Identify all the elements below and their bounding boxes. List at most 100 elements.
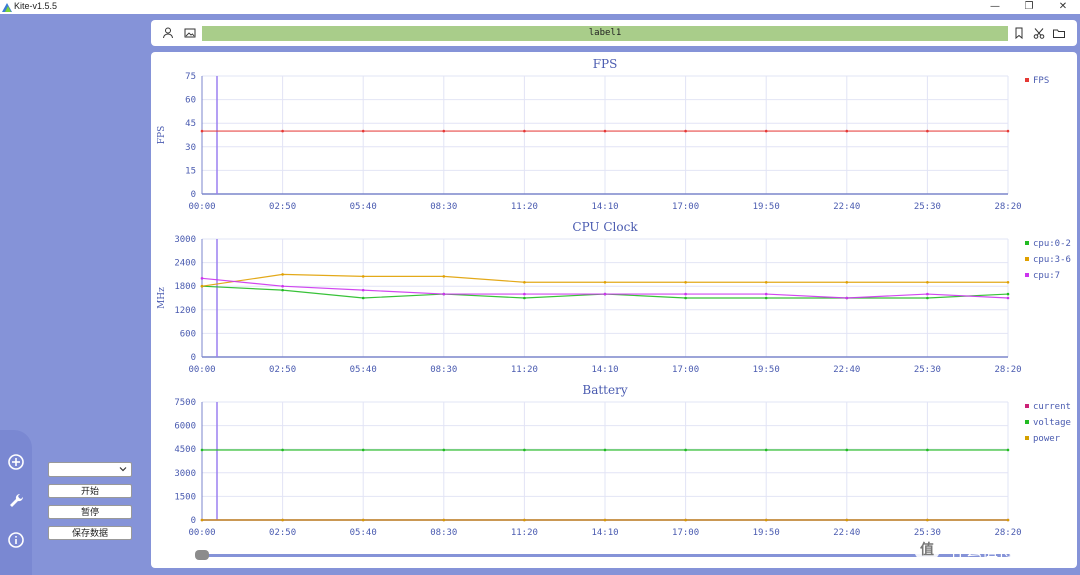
x-tick-label: 02:50 bbox=[269, 528, 296, 538]
data-point bbox=[442, 448, 446, 452]
x-tick-label: 22:40 bbox=[833, 528, 860, 538]
x-tick-label: 02:50 bbox=[269, 365, 296, 375]
window-title: Kite-v1.5.5 bbox=[14, 1, 58, 11]
pause-button[interactable]: 暂停 bbox=[48, 505, 132, 519]
x-tick-label: 05:40 bbox=[350, 365, 377, 375]
data-point bbox=[200, 277, 204, 280]
data-point bbox=[926, 296, 929, 300]
data-point bbox=[361, 448, 365, 452]
title-bar: Kite-v1.5.5 — ❐ ✕ bbox=[0, 0, 1080, 14]
data-point bbox=[764, 280, 768, 284]
add-circle-icon[interactable] bbox=[6, 452, 26, 472]
start-button[interactable]: 开始 bbox=[48, 484, 132, 498]
data-point bbox=[764, 448, 768, 452]
timeline-slider-handle[interactable] bbox=[195, 550, 209, 560]
legend-label: cpu:3-6 bbox=[1033, 255, 1071, 265]
data-point bbox=[684, 518, 687, 522]
timeline-slider-track[interactable] bbox=[201, 554, 1011, 557]
data-point bbox=[281, 129, 284, 133]
x-tick-label: 11:20 bbox=[511, 528, 538, 538]
x-tick-label: 11:20 bbox=[511, 202, 538, 212]
y-tick-label: 2400 bbox=[174, 259, 196, 269]
data-point bbox=[442, 275, 446, 278]
data-point bbox=[523, 518, 526, 522]
y-tick-label: 15 bbox=[185, 166, 196, 176]
legend-swatch bbox=[1025, 420, 1029, 424]
x-tick-label: 08:30 bbox=[430, 365, 457, 375]
x-tick-label: 00:00 bbox=[188, 202, 215, 212]
x-tick-label: 22:40 bbox=[833, 202, 860, 212]
user-icon[interactable] bbox=[161, 26, 175, 40]
x-tick-label: 00:00 bbox=[188, 528, 215, 538]
legend-label: cpu:0-2 bbox=[1033, 239, 1071, 249]
x-tick-label: 25:30 bbox=[914, 365, 941, 375]
wrench-icon[interactable] bbox=[6, 491, 26, 511]
data-point bbox=[523, 292, 526, 296]
data-point bbox=[764, 292, 768, 296]
chart-title: Battery bbox=[582, 383, 627, 397]
x-tick-label: 08:30 bbox=[430, 202, 457, 212]
data-point bbox=[361, 129, 365, 133]
sidebar-rail bbox=[0, 430, 32, 575]
data-point bbox=[281, 518, 284, 522]
y-tick-label: 600 bbox=[180, 329, 196, 339]
y-tick-label: 3000 bbox=[174, 235, 196, 245]
data-point bbox=[603, 292, 607, 296]
legend-swatch bbox=[1025, 404, 1029, 408]
legend-label: voltage bbox=[1033, 418, 1071, 428]
data-point bbox=[523, 280, 526, 284]
x-tick-label: 22:40 bbox=[833, 365, 860, 375]
data-point bbox=[926, 292, 929, 296]
legend-swatch bbox=[1025, 78, 1029, 82]
data-point bbox=[603, 518, 607, 522]
data-point bbox=[523, 129, 526, 133]
data-point bbox=[361, 296, 365, 300]
minimize-button[interactable]: — bbox=[980, 0, 1010, 14]
y-axis-label: MHz bbox=[157, 287, 167, 309]
save-data-button[interactable]: 保存数据 bbox=[48, 526, 132, 540]
data-point bbox=[200, 448, 204, 452]
x-tick-label: 05:40 bbox=[350, 202, 377, 212]
image-icon[interactable] bbox=[183, 26, 197, 40]
data-point bbox=[764, 129, 768, 133]
info-icon[interactable] bbox=[6, 530, 26, 550]
folder-icon[interactable] bbox=[1052, 26, 1066, 40]
data-point bbox=[1006, 280, 1010, 284]
data-point bbox=[442, 129, 446, 133]
data-point bbox=[684, 280, 687, 284]
x-tick-label: 14:10 bbox=[591, 528, 618, 538]
bookmark-icon[interactable] bbox=[1012, 26, 1026, 40]
data-point bbox=[684, 292, 687, 296]
data-point bbox=[845, 296, 849, 300]
x-tick-label: 28:20 bbox=[994, 365, 1021, 375]
data-point bbox=[361, 275, 365, 278]
chart-title: CPU Clock bbox=[572, 220, 638, 234]
charts-canvas: FPS FPS 0 15 30 45 60 75 00:00 02:50 05:40 08:30 11:… bbox=[157, 57, 1071, 538]
data-point bbox=[845, 448, 849, 452]
chart-2: Battery 0 1500 3000 4500 6000 7500 00:00 02:50 05… bbox=[174, 383, 1071, 538]
x-tick-label: 17:00 bbox=[672, 528, 699, 538]
data-point bbox=[1006, 518, 1010, 522]
y-tick-label: 1800 bbox=[174, 282, 196, 292]
data-point bbox=[603, 448, 607, 452]
label-bar[interactable]: label1 bbox=[202, 26, 1008, 41]
chart-title: FPS bbox=[593, 57, 618, 71]
close-button[interactable]: ✕ bbox=[1048, 0, 1078, 14]
restore-button[interactable]: ❐ bbox=[1014, 0, 1044, 14]
scissors-icon[interactable] bbox=[1032, 26, 1046, 40]
data-point bbox=[764, 296, 768, 300]
legend-label: FPS bbox=[1033, 76, 1049, 86]
data-point bbox=[603, 129, 607, 133]
x-tick-label: 19:50 bbox=[753, 365, 780, 375]
data-point bbox=[684, 129, 687, 133]
data-point bbox=[200, 518, 204, 522]
chart-1: CPU Clock MHz 0 600 1200 1800 2400 3000 00:00 02:… bbox=[157, 220, 1071, 375]
x-tick-label: 05:40 bbox=[350, 528, 377, 538]
y-tick-label: 0 bbox=[191, 516, 196, 526]
data-point bbox=[200, 284, 204, 288]
y-tick-label: 0 bbox=[191, 353, 196, 363]
top-toolbar: label1 bbox=[151, 20, 1077, 46]
device-select[interactable] bbox=[48, 462, 132, 477]
svg-text:值: 值 bbox=[920, 541, 934, 558]
legend-swatch bbox=[1025, 257, 1029, 261]
